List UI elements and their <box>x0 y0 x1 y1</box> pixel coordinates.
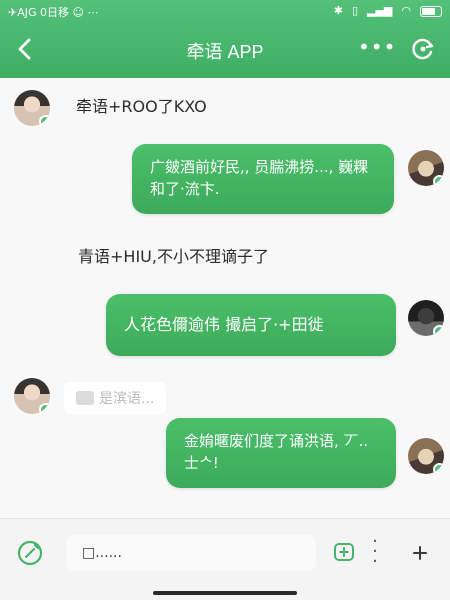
message-outgoing: 金姢暱废们度了诵洪语, 丆.. 士ᄉ! <box>166 418 396 488</box>
nav-bar: 牵语 APP ••• <box>0 30 450 70</box>
edit-icon <box>17 540 43 566</box>
avatar[interactable] <box>408 438 444 474</box>
status-bar: ✈AJG 0日移 ☺ ⋯ ✱ ▯ ▂▄▆ ◠ <box>8 4 442 20</box>
wifi-icon: ◠ <box>401 4 411 17</box>
compose-button[interactable] <box>16 539 44 567</box>
battery-icon <box>420 5 442 17</box>
status-badge <box>39 115 50 126</box>
status-badge <box>433 463 444 474</box>
vibrate-icon: ▯ <box>351 4 358 17</box>
status-badge <box>433 325 444 336</box>
message-outgoing: 人花色儞逾伟 撮启了·+田徙 <box>106 294 396 356</box>
carrier-text: ✈AJG 0日移 ☺ ⋯ <box>8 6 99 19</box>
refresh-button[interactable] <box>408 34 438 64</box>
bluetooth-icon: ✱ <box>333 4 343 17</box>
status-badge <box>433 175 444 186</box>
signal-icon: ▂▄▆ <box>367 4 393 17</box>
message-outgoing: 广皴酒前好民,, 员腨沸捞..., 巍粿和了·流卞. <box>132 144 394 214</box>
home-indicator <box>153 591 297 595</box>
app-header: ✈AJG 0日移 ☺ ⋯ ✱ ▯ ▂▄▆ ◠ 牵语 APP ••• <box>0 0 450 78</box>
options-button[interactable] <box>406 539 434 567</box>
message-icon <box>76 391 94 405</box>
more-icon[interactable]: · · · <box>368 533 382 571</box>
more-options-button[interactable]: ••• <box>358 34 395 64</box>
status-icons: ✱ ▯ ▂▄▆ ◠ <box>334 4 442 18</box>
add-button[interactable] <box>332 541 356 565</box>
typing-text: 是滨语... <box>99 391 155 407</box>
status-badge <box>39 403 50 414</box>
typing-indicator: 是滨语... <box>64 382 167 414</box>
message-incoming: 牵语+ROO了KXO <box>76 97 207 116</box>
add-message-icon <box>334 543 354 561</box>
plus-icon <box>413 546 427 560</box>
avatar[interactable] <box>14 378 50 414</box>
message-incoming: 青语+HIU,不小不理谪子了 <box>78 247 269 266</box>
avatar[interactable] <box>408 300 444 336</box>
refresh-icon <box>412 38 434 60</box>
avatar[interactable] <box>14 90 50 126</box>
chat-area[interactable]: 牵语+ROO了KXO 广皴酒前好民,, 员腨沸捞..., 巍粿和了·流卞. 青语… <box>0 78 450 518</box>
input-bar: □...... · · · <box>0 518 450 600</box>
avatar[interactable] <box>408 150 444 186</box>
message-input[interactable]: □...... <box>66 535 316 571</box>
